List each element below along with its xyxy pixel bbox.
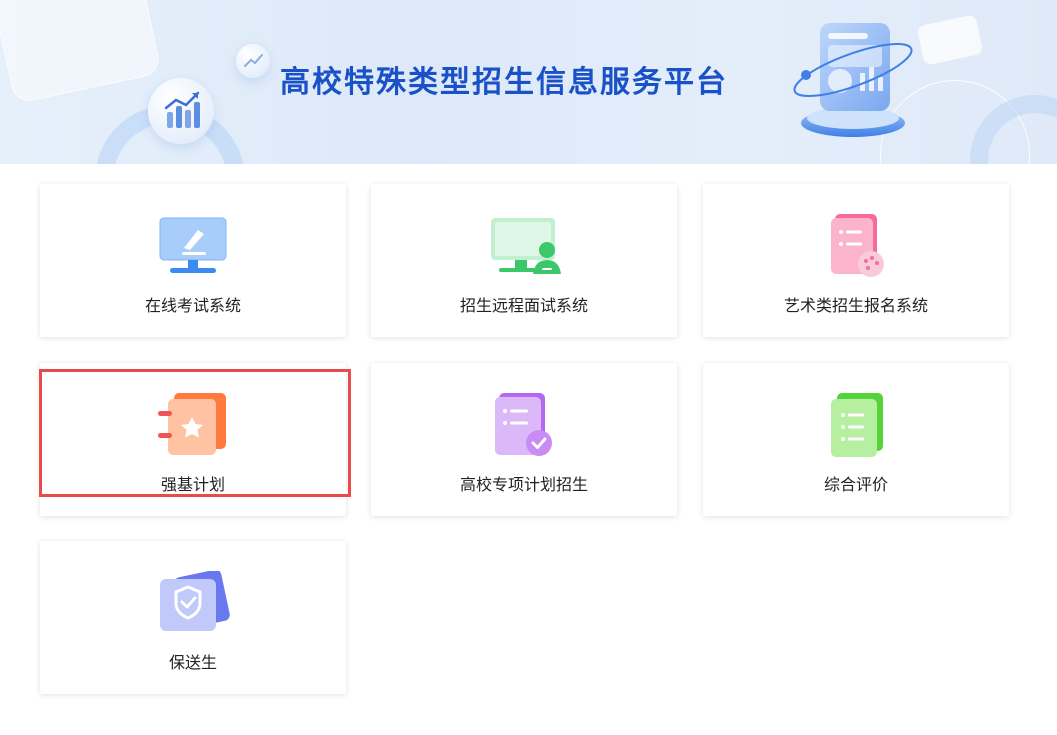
card-recommended-students[interactable]: 保送生 <box>40 541 346 694</box>
remote-interview-icon <box>489 214 561 278</box>
card-label: 高校专项计划招生 <box>459 475 588 494</box>
card-label: 保送生 <box>168 653 217 672</box>
art-registration-icon <box>821 214 893 278</box>
decorative-glow <box>916 14 984 66</box>
card-remote-interview[interactable]: 招生远程面试系统 <box>371 184 677 337</box>
card-label: 在线考试系统 <box>144 296 241 315</box>
dashboard-screen-illustration <box>790 15 920 145</box>
monitor-pen-icon <box>158 214 230 278</box>
card-label: 艺术类招生报名系统 <box>783 296 928 315</box>
star-notebook-icon <box>158 393 230 457</box>
shield-check-icon <box>158 569 230 635</box>
trend-line-icon <box>236 44 270 78</box>
card-special-plan-admissions[interactable]: 高校专项计划招生 <box>371 363 677 516</box>
card-strong-base-plan[interactable]: 强基计划 <box>40 363 346 516</box>
card-label: 强基计划 <box>160 475 225 494</box>
list-document-icon <box>821 393 893 457</box>
card-online-exam[interactable]: 在线考试系统 <box>40 184 346 337</box>
card-art-registration[interactable]: 艺术类招生报名系统 <box>703 184 1009 337</box>
checklist-document-icon <box>489 393 561 457</box>
card-label: 招生远程面试系统 <box>459 296 588 315</box>
header-banner: 高校特殊类型招生信息服务平台 <box>0 0 1057 164</box>
platform-title: 高校特殊类型招生信息服务平台 <box>280 65 728 100</box>
card-comprehensive-evaluation[interactable]: 综合评价 <box>703 363 1009 516</box>
card-label: 综合评价 <box>823 475 888 494</box>
decorative-glass-card <box>0 0 162 105</box>
bar-chart-icon <box>148 78 214 144</box>
